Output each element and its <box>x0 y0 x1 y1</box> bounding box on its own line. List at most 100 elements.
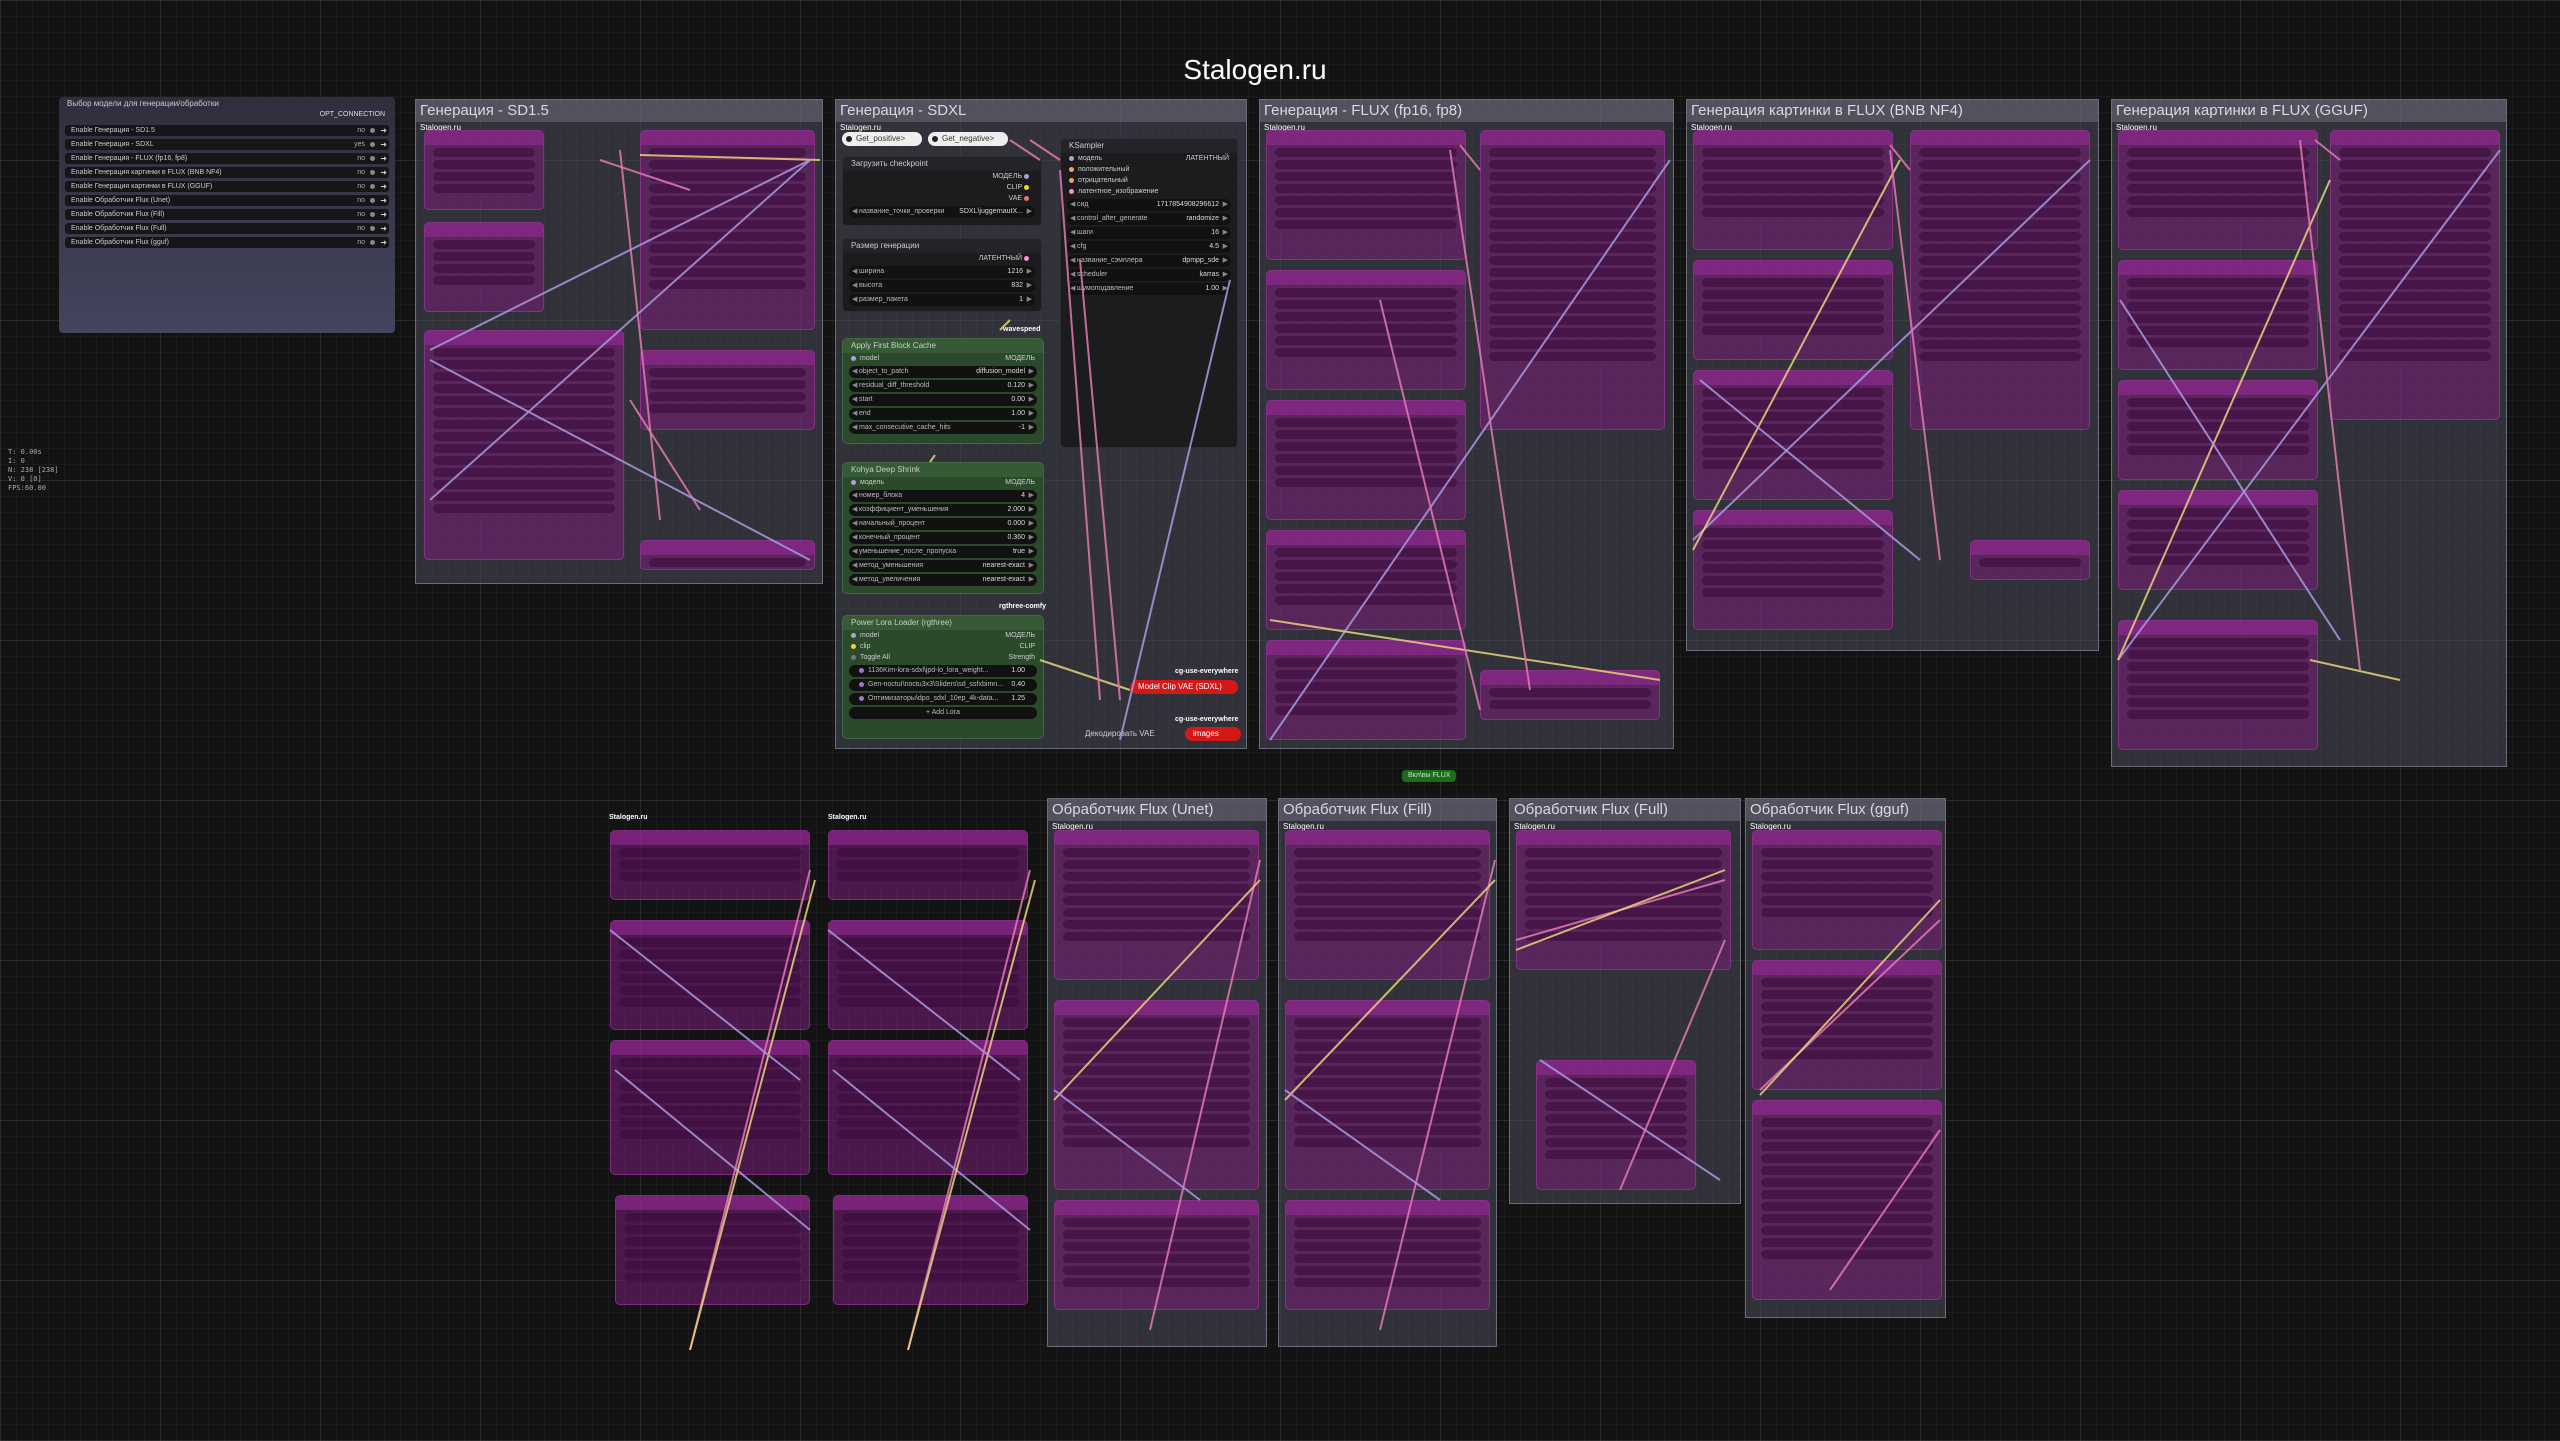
bypassed-node[interactable] <box>640 130 815 330</box>
bypassed-node[interactable] <box>1752 830 1942 950</box>
lora-row[interactable]: Gen-noctuI\noctu3x3\Sliders\sd_ssfxbimn.… <box>849 679 1037 691</box>
widget-row[interactable]: ◀ шумоподавление 1.00 ▶ <box>1067 283 1231 295</box>
lora-toggle-all[interactable]: Toggle All Strength <box>843 652 1043 663</box>
ksampler-in-model[interactable]: модель ЛАТЕНТНЫЙ <box>1061 153 1237 164</box>
bypassed-node[interactable] <box>1536 1060 1696 1190</box>
arrow-right-icon[interactable]: ➜ <box>380 209 387 220</box>
ksampler-node[interactable]: KSampler модель ЛАТЕНТНЫЙ положительный о… <box>1060 138 1238 448</box>
selector-row[interactable]: Enable Генерация - SD1.5 no ➜ <box>65 125 389 136</box>
bypassed-node[interactable] <box>833 1195 1028 1305</box>
widget-row[interactable]: ◀ scheduler karras ▶ <box>1067 269 1231 281</box>
model-clip-vae-node[interactable]: Model Clip VAE (SDXL) <box>1130 680 1238 694</box>
bypassed-node[interactable] <box>2118 130 2318 250</box>
widget-row[interactable]: ◀ метод_увеличения nearest-exact ▶ <box>849 574 1037 586</box>
selector-row[interactable]: Enable Обработчик Flux (Unet) no ➜ <box>65 195 389 206</box>
widget-row[interactable]: ◀ название_сэмплера dpmpp_sde ▶ <box>1067 255 1231 267</box>
arrow-right-icon[interactable]: ➜ <box>380 139 387 150</box>
bypassed-node[interactable] <box>424 130 544 210</box>
bypassed-node[interactable] <box>640 350 815 430</box>
bypassed-node[interactable] <box>1970 540 2090 580</box>
bypassed-node[interactable] <box>1752 1100 1942 1300</box>
widget-row[interactable]: ◀ cfg 4.5 ▶ <box>1067 241 1231 253</box>
widget-row[interactable]: ◀ ширина 1216 ▶ <box>849 266 1035 278</box>
checkpoint-out-model[interactable]: МОДЕЛЬ <box>843 171 1041 182</box>
bypassed-node[interactable] <box>1693 260 1893 360</box>
widget-row[interactable]: ◀ шаги 16 ▶ <box>1067 227 1231 239</box>
bypassed-node[interactable] <box>610 830 810 900</box>
vae-decode-node[interactable]: Декодировать VAE <box>1085 729 1155 738</box>
selector-row[interactable]: Enable Обработчик Flux (gguf) no ➜ <box>65 237 389 248</box>
bypassed-node[interactable] <box>1054 1000 1259 1190</box>
get-positive-node[interactable]: Get_positive> <box>842 132 922 146</box>
bypassed-node[interactable] <box>1266 130 1466 260</box>
bypassed-node[interactable] <box>1480 130 1665 430</box>
bypassed-node[interactable] <box>610 1040 810 1175</box>
bypassed-node[interactable] <box>424 222 544 312</box>
checkpoint-out-vae[interactable]: VAE <box>843 193 1041 204</box>
widget-row[interactable]: ◀ start 0.00 ▶ <box>849 394 1037 406</box>
bypassed-node[interactable] <box>1266 640 1466 740</box>
gen-size-output[interactable]: ЛАТЕНТНЫЙ <box>843 253 1041 264</box>
kohya-io[interactable]: модель МОДЕЛЬ <box>843 477 1043 488</box>
widget-row[interactable]: ◀ начальный_процент 0.000 ▶ <box>849 518 1037 530</box>
selector-row[interactable]: Enable Обработчик Flux (Fill) no ➜ <box>65 209 389 220</box>
widget-row[interactable]: ◀ конечный_процент 0.360 ▶ <box>849 532 1037 544</box>
lora-io-model[interactable]: model МОДЕЛЬ <box>843 630 1043 641</box>
bypassed-node[interactable] <box>1054 1200 1259 1310</box>
bypassed-node[interactable] <box>640 540 815 570</box>
bypassed-node[interactable] <box>615 1195 810 1305</box>
selector-row[interactable]: Enable Генерация - FLUX (fp16, fp8) no ➜ <box>65 153 389 164</box>
get-negative-node[interactable]: Get_negative> <box>928 132 1008 146</box>
gen-size-node[interactable]: Размер генерации ЛАТЕНТНЫЙ ◀ ширина 1216 ▶ ◀… <box>842 238 1042 312</box>
bypassed-node[interactable] <box>424 330 624 560</box>
bypassed-node[interactable] <box>1285 1000 1490 1190</box>
selector-row[interactable]: Enable Обработчик Flux (Full) no ➜ <box>65 223 389 234</box>
bypassed-node[interactable] <box>1054 830 1259 980</box>
arrow-right-icon[interactable]: ➜ <box>380 153 387 164</box>
images-node[interactable]: images <box>1185 727 1241 741</box>
widget-row[interactable]: ◀ метод_уменьшения nearest-exact ▶ <box>849 560 1037 572</box>
widget-row[interactable]: ◀ номер_блока 4 ▶ <box>849 490 1037 502</box>
ksampler-in-negative[interactable]: отрицательный <box>1061 175 1237 186</box>
lora-io-clip[interactable]: clip CLIP <box>843 641 1043 652</box>
bypassed-node[interactable] <box>1266 400 1466 520</box>
bypassed-node[interactable] <box>1752 960 1942 1090</box>
checkpoint-out-clip[interactable]: CLIP <box>843 182 1041 193</box>
lora-row[interactable]: 1136Kim-lora-sdxl\jpd-lo_lora_weight... 1… <box>849 665 1037 677</box>
arrow-right-icon[interactable]: ➜ <box>380 195 387 206</box>
bypassed-node[interactable] <box>1480 670 1660 720</box>
widget-row[interactable]: ◀ end 1.00 ▶ <box>849 408 1037 420</box>
widget-row[interactable]: ◀ высота 832 ▶ <box>849 280 1035 292</box>
widget-row[interactable]: ◀ object_to_patch diffusion_model ▶ <box>849 366 1037 378</box>
bypassed-node[interactable] <box>1516 830 1731 970</box>
bypassed-node[interactable] <box>1693 510 1893 630</box>
selector-row[interactable]: Enable Генерация картинки в FLUX (GGUF) n… <box>65 181 389 192</box>
flux-toggle-button[interactable]: Вкл\вы FLUX <box>1402 770 1457 782</box>
widget-row[interactable]: ◀ размер_пакета 1 ▶ <box>849 294 1035 306</box>
arrow-right-icon[interactable]: ➜ <box>380 181 387 192</box>
bypassed-node[interactable] <box>828 920 1028 1030</box>
bypassed-node[interactable] <box>2330 130 2500 420</box>
bypassed-node[interactable] <box>1693 130 1893 250</box>
first-block-cache-node[interactable]: Apply First Block Cache model МОДЕЛЬ ◀ obj… <box>842 338 1044 444</box>
bypassed-node[interactable] <box>2118 380 2318 480</box>
arrow-right-icon[interactable]: ➜ <box>380 237 387 248</box>
bypassed-node[interactable] <box>2118 620 2318 750</box>
fbcache-io[interactable]: model МОДЕЛЬ <box>843 353 1043 364</box>
widget-row[interactable]: ◀ уменьшение_после_пропуска true ▶ <box>849 546 1037 558</box>
widget-row[interactable]: ◀ residual_diff_threshold 0.120 ▶ <box>849 380 1037 392</box>
bypassed-node[interactable] <box>828 830 1028 900</box>
bypassed-node[interactable] <box>2118 490 2318 590</box>
bypassed-node[interactable] <box>2118 260 2318 370</box>
bypassed-node[interactable] <box>1910 130 2090 430</box>
arrow-right-icon[interactable]: ➜ <box>380 125 387 136</box>
checkpoint-name-widget[interactable]: ◀ название_точки_проверки SDXL\juggernautX… <box>849 206 1035 218</box>
bypassed-node[interactable] <box>828 1040 1028 1175</box>
widget-row[interactable]: ◀ control_after_generate randomize ▶ <box>1067 213 1231 225</box>
bypassed-node[interactable] <box>1266 530 1466 630</box>
bypassed-node[interactable] <box>1285 830 1490 980</box>
add-lora-button[interactable]: + Add Lora <box>849 707 1037 719</box>
ksampler-in-positive[interactable]: положительный <box>1061 164 1237 175</box>
bypassed-node[interactable] <box>1266 270 1466 390</box>
arrow-right-icon[interactable]: ➜ <box>380 223 387 234</box>
